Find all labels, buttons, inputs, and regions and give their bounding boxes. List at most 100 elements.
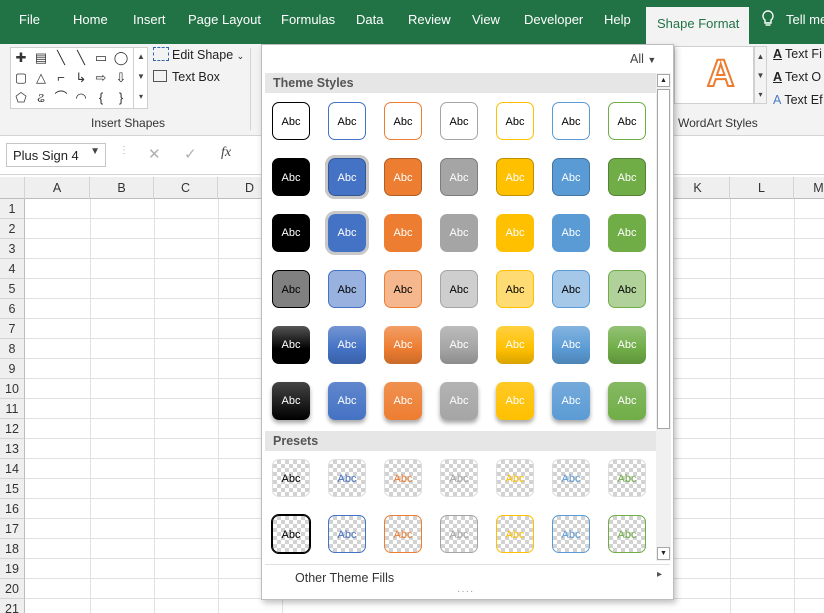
row-header[interactable]: 18 [0, 539, 25, 559]
theme-style-swatch[interactable]: Abc [272, 270, 310, 308]
theme-style-swatch[interactable]: Abc [608, 214, 646, 252]
theme-style-swatch[interactable]: Abc [328, 102, 366, 140]
plus-shape-icon[interactable]: ✚ [13, 50, 29, 66]
down-arrow-shape-icon[interactable]: ⇩ [113, 70, 129, 86]
preset-style-swatch[interactable]: Abc [552, 459, 590, 497]
row-header[interactable]: 4 [0, 259, 25, 279]
freeform-shape-icon[interactable]: ⬠ [13, 90, 29, 106]
right-arrow-shape-icon[interactable]: ⇨ [93, 70, 109, 86]
oval-shape-icon[interactable]: ◯ [113, 50, 129, 66]
theme-style-swatch[interactable]: Abc [440, 270, 478, 308]
tab-review[interactable]: Review [408, 12, 451, 27]
row-header[interactable]: 15 [0, 479, 25, 499]
theme-style-swatch[interactable]: Abc [440, 382, 478, 420]
theme-style-swatch[interactable]: Abc [496, 214, 534, 252]
curve-shape-icon[interactable]: ⌒ [53, 90, 69, 106]
tab-insert[interactable]: Insert [133, 12, 166, 27]
lightbulb-icon[interactable] [761, 10, 775, 31]
theme-style-swatch[interactable]: Abc [384, 326, 422, 364]
row-header[interactable]: 20 [0, 579, 25, 599]
row-header[interactable]: 13 [0, 439, 25, 459]
theme-style-swatch[interactable]: Abc [608, 270, 646, 308]
row-header[interactable]: 19 [0, 559, 25, 579]
preset-style-swatch[interactable]: Abc [608, 515, 646, 553]
theme-style-swatch[interactable]: Abc [552, 326, 590, 364]
theme-style-swatch[interactable]: Abc [440, 102, 478, 140]
shape-gallery[interactable]: ✚ ▤ ╲ ╲ ▭ ◯ ▢ △ ⌐ ↳ ⇨ ⇩ ⬠ ଌ ⌒ ◠ { } ▲ ▼ ▾ [10, 47, 148, 109]
other-theme-fills-item[interactable]: Other Theme Fills ▸ [265, 564, 670, 586]
tab-data[interactable]: Data [356, 12, 383, 27]
enter-check-icon[interactable]: ✓ [184, 145, 197, 163]
theme-style-swatch[interactable]: Abc [496, 382, 534, 420]
theme-style-swatch[interactable]: Abc [384, 270, 422, 308]
wordart-sample[interactable]: A [706, 52, 735, 96]
chevron-down-icon[interactable]: ▼ [90, 146, 100, 157]
wordart-scroll[interactable]: ▲ ▼ ▾ [754, 46, 767, 104]
row-header[interactable]: 10 [0, 379, 25, 399]
row-header[interactable]: 6 [0, 299, 25, 319]
theme-style-swatch[interactable]: Abc [384, 382, 422, 420]
scribble-shape-icon[interactable]: ଌ [33, 90, 49, 106]
tell-me-search[interactable]: Tell me [786, 12, 824, 27]
theme-style-swatch[interactable]: Abc [440, 326, 478, 364]
scroll-down-button[interactable]: ▼ [657, 547, 670, 560]
preset-style-swatch[interactable]: Abc [328, 459, 366, 497]
preset-style-swatch[interactable]: Abc [496, 515, 534, 553]
theme-style-swatch[interactable]: Abc [272, 158, 310, 196]
preset-style-swatch[interactable]: Abc [384, 459, 422, 497]
gallery-scroll[interactable]: ▲ ▼ ▾ [133, 47, 148, 109]
triangle-shape-icon[interactable]: △ [33, 70, 49, 86]
preset-style-swatch[interactable]: Abc [272, 459, 310, 497]
theme-style-swatch[interactable]: Abc [328, 326, 366, 364]
theme-style-swatch[interactable]: Abc [552, 102, 590, 140]
dropdown-scrollbar[interactable]: ▲ ▼ [656, 73, 671, 561]
column-header[interactable]: B [90, 177, 154, 199]
filter-dropdown[interactable]: All ▼ [630, 52, 656, 66]
row-header[interactable]: 11 [0, 399, 25, 419]
theme-style-swatch[interactable]: Abc [608, 382, 646, 420]
tab-developer[interactable]: Developer [524, 12, 583, 27]
theme-style-swatch[interactable]: Abc [440, 214, 478, 252]
wordart-gallery[interactable]: A [674, 46, 754, 104]
row-header[interactable]: 1 [0, 199, 25, 219]
right-brace-shape-icon[interactable]: } [113, 90, 129, 106]
theme-style-swatch[interactable]: Abc [608, 102, 646, 140]
tab-shape-format[interactable]: Shape Format [646, 7, 750, 44]
theme-style-swatch[interactable]: Abc [325, 155, 369, 199]
theme-style-swatch[interactable]: Abc [440, 158, 478, 196]
theme-style-swatch[interactable]: Abc [552, 270, 590, 308]
theme-style-swatch[interactable]: Abc [496, 158, 534, 196]
row-header[interactable]: 3 [0, 239, 25, 259]
tab-home[interactable]: Home [73, 12, 108, 27]
preset-style-swatch[interactable]: Abc [440, 459, 478, 497]
row-header[interactable]: 2 [0, 219, 25, 239]
tab-help[interactable]: Help [604, 12, 631, 27]
column-header[interactable]: M [794, 177, 824, 199]
column-header[interactable]: L [730, 177, 794, 199]
row-header[interactable]: 21 [0, 599, 25, 613]
preset-style-swatch[interactable]: Abc [608, 459, 646, 497]
edit-shape-button[interactable]: Edit Shape ⌄ [153, 47, 244, 62]
theme-style-swatch[interactable]: Abc [272, 382, 310, 420]
row-header[interactable]: 16 [0, 499, 25, 519]
theme-style-swatch[interactable]: Abc [608, 158, 646, 196]
resize-grip-icon[interactable]: ···· [457, 586, 474, 597]
theme-style-swatch[interactable]: Abc [272, 326, 310, 364]
arc-shape-icon[interactable]: ◠ [73, 90, 89, 106]
theme-style-swatch[interactable]: Abc [496, 270, 534, 308]
scroll-up-button[interactable]: ▲ [657, 74, 670, 87]
theme-style-swatch[interactable]: Abc [384, 158, 422, 196]
column-header[interactable]: K [666, 177, 730, 199]
rectangle-shape-icon[interactable]: ▭ [93, 50, 109, 66]
select-all-corner[interactable] [0, 177, 25, 199]
scroll-thumb[interactable] [657, 89, 670, 429]
row-header[interactable]: 8 [0, 339, 25, 359]
preset-style-swatch[interactable]: Abc [440, 515, 478, 553]
column-header[interactable]: C [154, 177, 218, 199]
theme-style-swatch[interactable]: Abc [328, 382, 366, 420]
theme-style-swatch[interactable]: Abc [552, 382, 590, 420]
tab-formulas[interactable]: Formulas [281, 12, 335, 27]
insert-function-icon[interactable]: fx [221, 145, 231, 161]
theme-style-swatch[interactable]: Abc [552, 158, 590, 196]
elbow-connector-icon[interactable]: ↳ [73, 70, 89, 86]
